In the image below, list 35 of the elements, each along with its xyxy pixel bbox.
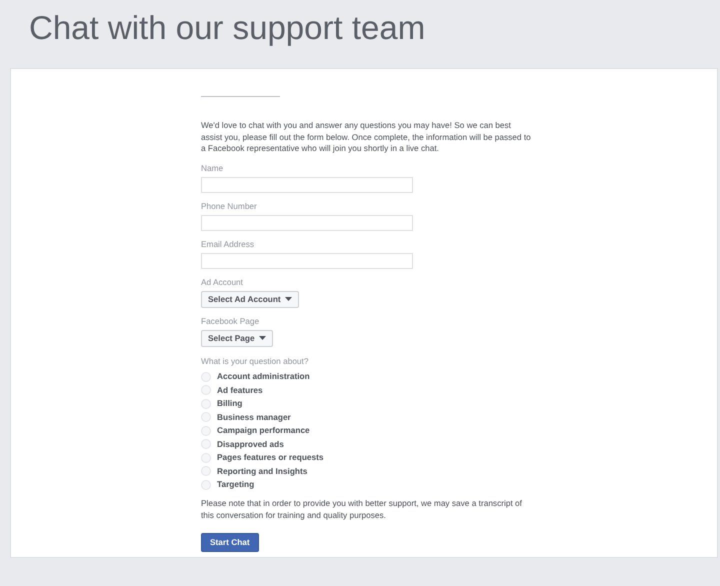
- note-paragraph: Please note that in order to provide you with better support, we may save a transcript of this conversation for training and quality purposes.: [201, 497, 523, 522]
- field-label: Facebook Page: [201, 316, 260, 326]
- input-field[interactable]: [201, 214, 413, 230]
- radio-button[interactable]: [201, 426, 211, 436]
- option-label: Ad features: [217, 384, 263, 396]
- field-label: Phone Number: [201, 200, 257, 210]
- option-label: Disapproved ads: [217, 438, 284, 450]
- option-label: Targeting: [217, 478, 254, 491]
- field-label: Name: [201, 162, 224, 172]
- option-label: Account administration: [217, 370, 310, 383]
- caret-icon: [284, 297, 292, 301]
- input-field[interactable]: [201, 252, 413, 268]
- radio-button[interactable]: [201, 398, 211, 409]
- radio-button[interactable]: [201, 439, 211, 450]
- option-label: Billing: [217, 397, 242, 410]
- radio-button[interactable]: [201, 372, 211, 382]
- field-label: Email Address: [201, 238, 254, 248]
- dropdown-button[interactable]: Select Ad Account: [201, 290, 299, 308]
- radio-button[interactable]: [201, 385, 211, 396]
- page-title: Chat with our support team: [29, 8, 426, 48]
- field-label: Ad Account: [201, 276, 243, 286]
- radio-button[interactable]: [201, 466, 211, 476]
- option-label: Campaign performance: [217, 424, 310, 437]
- option-label: Pages features or requests: [217, 451, 324, 464]
- option-label: Reporting and Insights: [217, 464, 308, 478]
- caret-icon: [258, 336, 266, 340]
- radio-button[interactable]: [201, 412, 211, 422]
- start-chat-button[interactable]: Start Chat: [201, 533, 259, 552]
- radio-button[interactable]: [201, 452, 211, 463]
- option-label: Business manager: [217, 410, 291, 424]
- dropdown-button[interactable]: Select Page: [201, 330, 273, 346]
- intro-paragraph: We'd love to chat with you and answer any questions you may have! So we can best assist you, please fill out the form below. Once complete, the information will be passed to a Facebook representative who will join you shortly in a live chat.: [201, 120, 531, 154]
- field-label: What is your question about?: [201, 354, 308, 367]
- input-field[interactable]: [201, 176, 413, 192]
- radio-button[interactable]: [201, 480, 211, 490]
